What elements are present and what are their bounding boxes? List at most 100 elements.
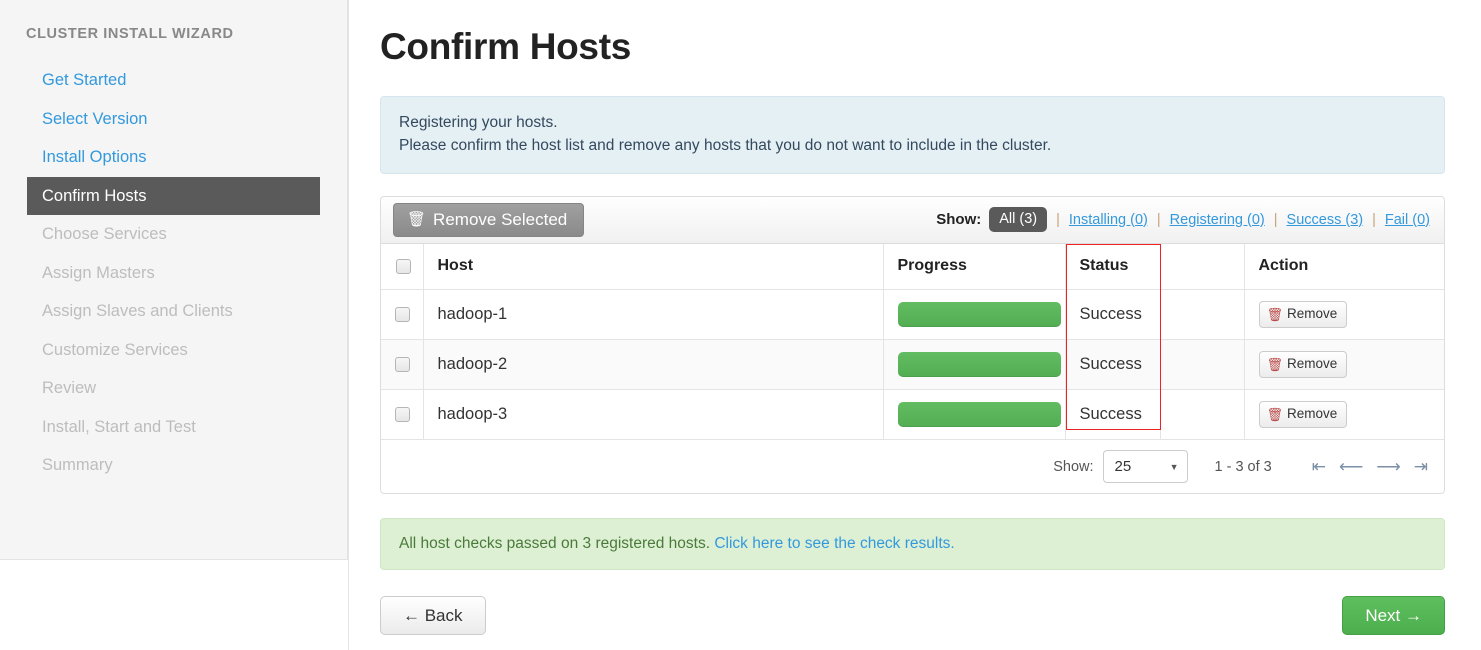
info-alert-line-2: Please confirm the host list and remove …: [399, 134, 1426, 157]
remove-host-button[interactable]: 🗑 Remove: [1259, 401, 1348, 428]
page-size-select[interactable]: 25 ▼: [1103, 450, 1188, 483]
row-select-cell: [381, 340, 423, 390]
row-checkbox[interactable]: [395, 307, 410, 322]
trash-icon: 🗑: [1267, 408, 1284, 421]
last-page-icon[interactable]: ⇥: [1414, 458, 1428, 475]
filter-success[interactable]: Success (3): [1287, 212, 1364, 228]
cell-progress: [883, 340, 1065, 390]
select-all-cell: [381, 244, 423, 290]
status-badge: Success: [1065, 390, 1160, 440]
pagination-arrows: ⇤ ⟵ ⟶ ⇥: [1312, 458, 1428, 475]
filter-all[interactable]: All (3): [989, 207, 1047, 233]
status-badge: Success: [1065, 340, 1160, 390]
page-title: Confirm Hosts: [380, 26, 1445, 68]
trash-icon: 🗑: [407, 212, 426, 227]
check-results-link[interactable]: Click here to see the check results.: [714, 535, 954, 552]
table-row: hadoop-3 Success 🗑 Remove: [381, 390, 1444, 440]
table-row: hadoop-1 Success 🗑 Remove: [381, 290, 1444, 340]
sidebar-item-assign-slaves-and-clients: Assign Slaves and Clients: [0, 292, 347, 331]
cell-progress: [883, 290, 1065, 340]
row-checkbox[interactable]: [395, 357, 410, 372]
success-alert-text: All host checks passed on 3 registered h…: [399, 535, 710, 552]
filter-separator-4: |: [1372, 212, 1376, 228]
next-page-icon[interactable]: ⟶: [1376, 458, 1400, 475]
cluster-install-wizard-page: CLUSTER INSTALL WIZARD Get Started Selec…: [0, 0, 1481, 650]
cell-status-spacer: [1160, 390, 1244, 440]
cell-status-spacer: [1160, 290, 1244, 340]
progress-bar: [898, 402, 1061, 427]
filter-separator-1: |: [1056, 212, 1060, 228]
page-size-value: 25: [1115, 458, 1132, 475]
progress-bar: [898, 302, 1061, 327]
cell-host: hadoop-2: [423, 340, 883, 390]
first-page-icon[interactable]: ⇤: [1312, 458, 1326, 475]
column-header-host[interactable]: Host: [423, 244, 883, 290]
progress-track: [898, 302, 1061, 327]
row-select-cell: [381, 390, 423, 440]
filter-installing[interactable]: Installing (0): [1069, 212, 1148, 228]
main-content: Confirm Hosts Registering your hosts. Pl…: [348, 0, 1481, 650]
back-button[interactable]: ← Back: [380, 596, 486, 635]
registering-info-alert: Registering your hosts. Please confirm t…: [380, 96, 1445, 174]
progress-track: [898, 352, 1061, 377]
cell-action: 🗑 Remove: [1244, 290, 1444, 340]
wizard-nav-buttons: ← Back Next →: [380, 596, 1445, 635]
hosts-toolbar: 🗑 Remove Selected Show: All (3) | Instal…: [381, 197, 1444, 244]
cell-progress: [883, 390, 1065, 440]
info-alert-line-1: Registering your hosts.: [399, 111, 1426, 134]
trash-icon: 🗑: [1267, 308, 1284, 321]
sidebar-item-confirm-hosts[interactable]: Confirm Hosts: [27, 177, 320, 216]
wizard-sidebar: CLUSTER INSTALL WIZARD Get Started Selec…: [0, 0, 348, 560]
cell-action: 🗑 Remove: [1244, 340, 1444, 390]
pagination-range: 1 - 3 of 3: [1215, 459, 1272, 475]
sidebar-item-review: Review: [0, 369, 347, 408]
table-header-row: Host Progress Status Action: [381, 244, 1444, 290]
status-filter-group: Show: All (3) | Installing (0) | Registe…: [936, 207, 1430, 233]
previous-page-icon[interactable]: ⟵: [1339, 458, 1363, 475]
progress-track: [898, 402, 1061, 427]
remove-host-button[interactable]: 🗑 Remove: [1259, 301, 1348, 328]
sidebar-item-install-start-and-test: Install, Start and Test: [0, 408, 347, 447]
hosts-panel: 🗑 Remove Selected Show: All (3) | Instal…: [380, 196, 1445, 495]
remove-host-button[interactable]: 🗑 Remove: [1259, 351, 1348, 378]
remove-selected-label: Remove Selected: [433, 211, 567, 228]
column-header-progress[interactable]: Progress: [883, 244, 1065, 290]
cell-action: 🗑 Remove: [1244, 390, 1444, 440]
filter-registering[interactable]: Registering (0): [1170, 212, 1265, 228]
sidebar-item-install-options[interactable]: Install Options: [0, 138, 347, 177]
hosts-table-head: Host Progress Status Action: [381, 244, 1444, 290]
table-row: hadoop-2 Success 🗑 Remove: [381, 340, 1444, 390]
chevron-down-icon: ▼: [1170, 462, 1179, 472]
select-all-checkbox[interactable]: [396, 259, 411, 274]
row-checkbox[interactable]: [395, 407, 410, 422]
hosts-pagination: Show: 25 ▼ 1 - 3 of 3 ⇤ ⟵ ⟶ ⇥: [381, 440, 1444, 493]
sidebar-item-get-started[interactable]: Get Started: [0, 61, 347, 100]
filter-separator-2: |: [1157, 212, 1161, 228]
remove-host-label: Remove: [1287, 407, 1337, 421]
cell-status-spacer: [1160, 340, 1244, 390]
sidebar-item-select-version[interactable]: Select Version: [0, 100, 347, 139]
sidebar-title: CLUSTER INSTALL WIZARD: [0, 26, 347, 42]
next-button[interactable]: Next →: [1342, 596, 1445, 635]
filter-show-label: Show:: [936, 211, 981, 228]
remove-selected-button[interactable]: 🗑 Remove Selected: [393, 203, 584, 237]
status-badge: Success: [1065, 290, 1160, 340]
sidebar-item-customize-services: Customize Services: [0, 331, 347, 370]
trash-icon: 🗑: [1267, 358, 1284, 371]
filter-fail[interactable]: Fail (0): [1385, 212, 1430, 228]
hosts-table-body: hadoop-1 Success 🗑 Remove: [381, 290, 1444, 440]
hosts-table: Host Progress Status Action hadoop-1: [381, 244, 1444, 441]
wizard-step-list: Get Started Select Version Install Optio…: [0, 61, 347, 485]
sidebar-item-choose-services: Choose Services: [0, 215, 347, 254]
column-header-action[interactable]: Action: [1244, 244, 1444, 290]
host-checks-success-alert: All host checks passed on 3 registered h…: [380, 518, 1445, 570]
progress-bar: [898, 352, 1061, 377]
cell-host: hadoop-3: [423, 390, 883, 440]
sidebar-item-summary: Summary: [0, 446, 347, 485]
column-header-status[interactable]: Status: [1065, 244, 1244, 290]
row-select-cell: [381, 290, 423, 340]
cell-host: hadoop-1: [423, 290, 883, 340]
remove-host-label: Remove: [1287, 307, 1337, 321]
filter-separator-3: |: [1274, 212, 1278, 228]
sidebar-item-assign-masters: Assign Masters: [0, 254, 347, 293]
